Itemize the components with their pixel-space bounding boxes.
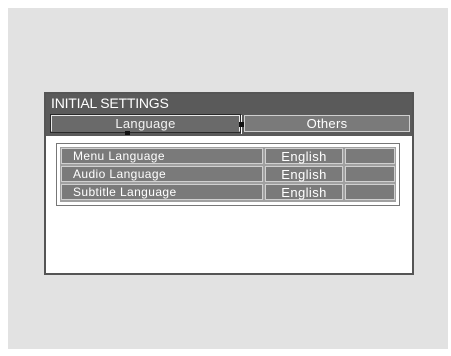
setting-label: Subtitle Language [61, 184, 263, 200]
setting-extra-cell [345, 184, 395, 200]
settings-list-body: Menu Language English Audio Language Eng… [60, 147, 396, 202]
page: INITIAL SETTINGS Language Others Menu La… [0, 0, 451, 356]
setting-extra-cell [345, 148, 395, 164]
setting-row-menu-language[interactable]: Menu Language English [61, 148, 395, 164]
setting-extra-cell [345, 166, 395, 182]
title-bar: INITIAL SETTINGS [46, 94, 412, 112]
window-title: INITIAL SETTINGS [51, 95, 169, 111]
setting-value[interactable]: English [265, 184, 343, 200]
setting-value[interactable]: English [265, 148, 343, 164]
tab-language[interactable]: Language [50, 114, 241, 133]
setting-label: Audio Language [61, 166, 263, 182]
setting-label: Menu Language [61, 148, 263, 164]
tab-others-label: Others [306, 116, 348, 131]
tab-language-label: Language [115, 116, 176, 131]
tab-marker-icon [239, 122, 244, 127]
settings-list: Menu Language English Audio Language Eng… [56, 143, 400, 206]
setting-row-subtitle-language[interactable]: Subtitle Language English [61, 184, 395, 200]
setting-value[interactable]: English [265, 166, 343, 182]
tab-others[interactable]: Others [244, 115, 410, 132]
initial-settings-window: INITIAL SETTINGS Language Others Menu La… [44, 92, 414, 275]
selected-tab-cursor-icon [125, 131, 130, 135]
setting-row-audio-language[interactable]: Audio Language English [61, 166, 395, 182]
tab-bar: Language Others [46, 112, 412, 136]
